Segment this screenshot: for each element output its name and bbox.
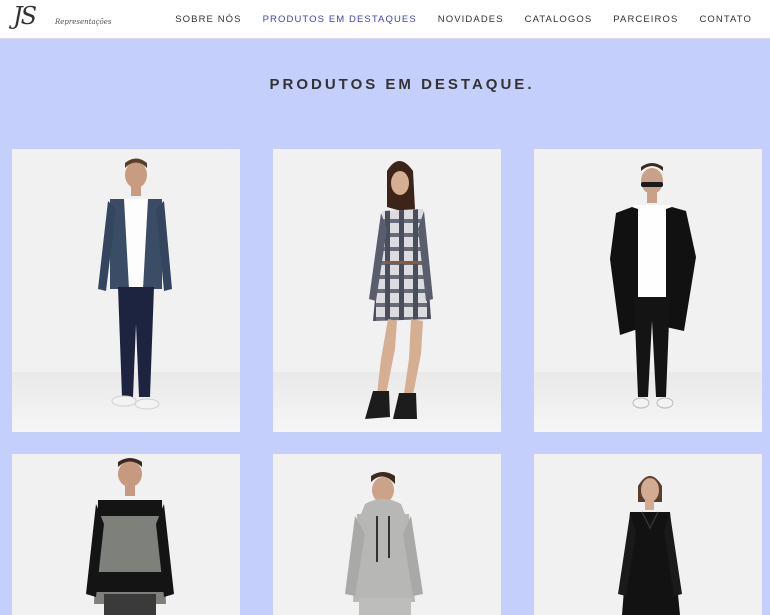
section-title: PRODUTOS EM DESTAQUE. xyxy=(269,76,535,94)
product-image-man-grey-hoodie xyxy=(345,472,423,615)
product-image-woman-plaid-dress xyxy=(365,161,433,419)
product-card-1[interactable] xyxy=(12,149,240,432)
product-image-man-black-cardigan xyxy=(610,163,696,409)
nav-contato[interactable]: CONTATO xyxy=(699,14,752,25)
product-image-man-striped-sweater xyxy=(86,458,174,615)
main-menu: SOBRE NÓS PRODUTOS EM DESTAQUES NOVIDADE… xyxy=(175,0,752,38)
product-card-4[interactable] xyxy=(12,454,240,615)
product-card-5[interactable] xyxy=(273,454,501,615)
product-card-2[interactable] xyxy=(273,149,501,432)
product-image-man-denim-jacket xyxy=(98,158,172,410)
product-card-6[interactable] xyxy=(534,454,762,615)
nav-parceiros[interactable]: PARCEIROS xyxy=(613,14,678,25)
brand-logo[interactable]: JS Representações xyxy=(13,2,111,32)
top-navigation-bar: JS Representações SOBRE NÓS PRODUTOS EM … xyxy=(0,0,770,39)
nav-sobre-nos[interactable]: SOBRE NÓS xyxy=(175,14,241,25)
logo-subtext: Representações xyxy=(55,18,112,26)
nav-produtos-em-destaques[interactable]: PRODUTOS EM DESTAQUES xyxy=(263,14,417,25)
logo-monogram: JS xyxy=(13,2,37,30)
nav-catalogos[interactable]: CATALOGOS xyxy=(525,14,593,25)
nav-novidades[interactable]: NOVIDADES xyxy=(438,14,504,25)
product-card-3[interactable] xyxy=(534,149,762,432)
product-image-woman-black-dress xyxy=(618,476,682,615)
